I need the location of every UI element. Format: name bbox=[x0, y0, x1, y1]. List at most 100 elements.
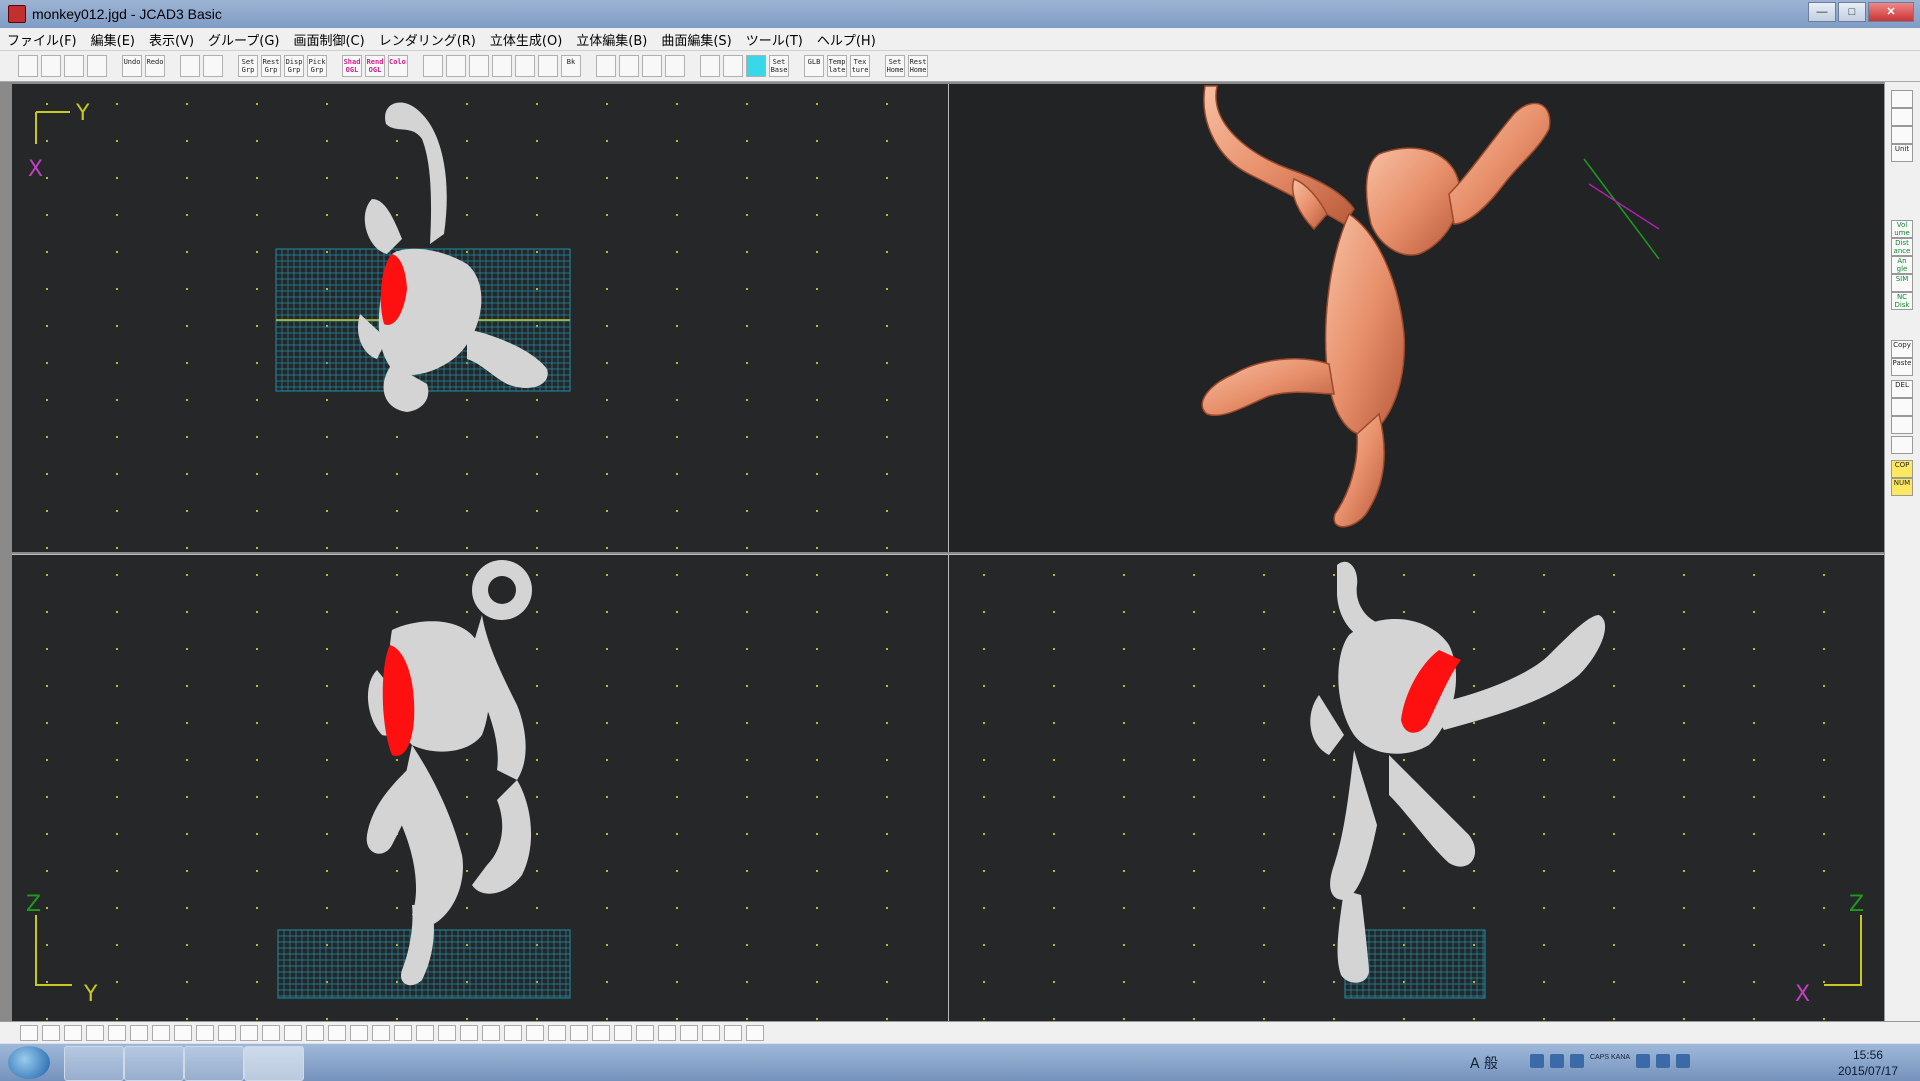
grid-snap-icon[interactable] bbox=[723, 55, 743, 77]
menu-item-1[interactable]: 編集(E) bbox=[84, 30, 142, 49]
ime-indicator[interactable]: A 般 bbox=[1470, 1053, 1498, 1073]
tool-c-icon[interactable] bbox=[1891, 436, 1913, 454]
bottom-tool-icon[interactable] bbox=[86, 1024, 104, 1041]
set-group-icon[interactable]: Set Grp bbox=[238, 55, 258, 77]
bottom-tool-icon[interactable] bbox=[108, 1024, 126, 1041]
menu-item-7[interactable]: 立体編集(B) bbox=[569, 30, 654, 49]
clock[interactable]: 15:56 2015/07/17 bbox=[1838, 1047, 1898, 1079]
sim-icon[interactable]: SIM bbox=[1891, 274, 1913, 292]
viewport-side[interactable]: Z X bbox=[949, 554, 1884, 1023]
template-icon[interactable]: Temp late bbox=[827, 55, 847, 77]
bottom-tool-icon[interactable] bbox=[350, 1024, 368, 1041]
view-1-icon[interactable] bbox=[1891, 90, 1913, 108]
display-group-icon[interactable]: Disp Grp bbox=[284, 55, 304, 77]
bottom-tool-icon[interactable] bbox=[42, 1024, 60, 1041]
bottom-tool-icon[interactable] bbox=[328, 1024, 346, 1041]
bottom-tool-icon[interactable] bbox=[196, 1024, 214, 1041]
angle-icon[interactable]: An gle bbox=[1891, 256, 1913, 274]
menu-item-2[interactable]: 表示(V) bbox=[142, 30, 201, 49]
file-explorer-icon[interactable] bbox=[124, 1046, 184, 1081]
maximize-button[interactable]: □ bbox=[1838, 2, 1866, 22]
zoom-in-icon[interactable] bbox=[423, 55, 443, 77]
menu-item-4[interactable]: 画面制御(C) bbox=[286, 30, 371, 49]
set-home-icon[interactable]: Set Home bbox=[885, 55, 905, 77]
menu-item-9[interactable]: ツール(T) bbox=[739, 30, 810, 49]
help-icon[interactable] bbox=[1570, 1054, 1584, 1068]
distance-icon[interactable]: Dist ance bbox=[1891, 238, 1913, 256]
open-folder-icon[interactable] bbox=[41, 55, 61, 77]
bottom-tool-icon[interactable] bbox=[152, 1024, 170, 1041]
bottom-tool-icon[interactable] bbox=[20, 1024, 38, 1041]
reset-group-icon[interactable]: Rest Grp bbox=[261, 55, 281, 77]
bottom-tool-icon[interactable] bbox=[482, 1024, 500, 1041]
texture-icon[interactable]: Tex ture bbox=[850, 55, 870, 77]
minimize-button[interactable]: — bbox=[1808, 2, 1836, 22]
grid-dots-icon[interactable] bbox=[700, 55, 720, 77]
bottom-tool-icon[interactable] bbox=[592, 1024, 610, 1041]
bottom-tool-icon[interactable] bbox=[614, 1024, 632, 1041]
tray-icon[interactable] bbox=[1550, 1054, 1564, 1068]
grid-active-icon[interactable] bbox=[746, 55, 766, 77]
volume-icon[interactable] bbox=[1676, 1054, 1691, 1068]
zoom-fit-icon[interactable] bbox=[492, 55, 512, 77]
pick-group-icon[interactable]: Pick Grp bbox=[307, 55, 327, 77]
viewport-top[interactable]: Y X bbox=[12, 84, 949, 552]
zoom-out-icon[interactable] bbox=[446, 55, 466, 77]
bottom-tool-icon[interactable] bbox=[306, 1024, 324, 1041]
bottom-tool-icon[interactable] bbox=[526, 1024, 544, 1041]
paste-icon[interactable]: Paste bbox=[1891, 358, 1913, 376]
jcad3-icon[interactable] bbox=[244, 1046, 304, 1081]
viewport-front[interactable]: Z Y bbox=[12, 554, 949, 1023]
cop-icon[interactable]: COP bbox=[1891, 460, 1913, 478]
zoom-tool-3-icon[interactable] bbox=[642, 55, 662, 77]
bottom-tool-icon[interactable] bbox=[240, 1024, 258, 1041]
unit-icon[interactable]: Unit bbox=[1891, 144, 1913, 162]
redo-icon[interactable]: Redo bbox=[145, 55, 165, 77]
glb-icon[interactable]: GLB bbox=[804, 55, 824, 77]
internet-explorer-icon[interactable] bbox=[64, 1046, 124, 1081]
group-grid-icon[interactable] bbox=[203, 55, 223, 77]
menu-item-3[interactable]: グループ(G) bbox=[201, 30, 286, 49]
bottom-tool-icon[interactable] bbox=[746, 1024, 764, 1041]
pan-icon[interactable] bbox=[538, 55, 558, 77]
bottom-tool-icon[interactable] bbox=[262, 1024, 280, 1041]
bottom-tool-icon[interactable] bbox=[416, 1024, 434, 1041]
volume-icon[interactable]: Vol ume bbox=[1891, 220, 1913, 238]
bottom-tool-icon[interactable] bbox=[658, 1024, 676, 1041]
bottom-tool-icon[interactable] bbox=[64, 1024, 82, 1041]
menu-item-0[interactable]: ファイル(F) bbox=[0, 30, 84, 49]
color-icon[interactable]: Color bbox=[388, 55, 408, 77]
close-button[interactable]: ✕ bbox=[1868, 2, 1914, 22]
group-select-icon[interactable] bbox=[180, 55, 200, 77]
menu-item-10[interactable]: ヘルプ(H) bbox=[810, 30, 883, 49]
save-icon[interactable] bbox=[64, 55, 84, 77]
undo-icon[interactable]: Undo bbox=[122, 55, 142, 77]
menu-item-5[interactable]: レンダリング(R) bbox=[372, 30, 483, 49]
bottom-tool-icon[interactable] bbox=[460, 1024, 478, 1041]
rest-home-icon[interactable]: Rest Home bbox=[908, 55, 928, 77]
bottom-tool-icon[interactable] bbox=[130, 1024, 148, 1041]
bottom-tool-icon[interactable] bbox=[372, 1024, 390, 1041]
bottom-tool-icon[interactable] bbox=[548, 1024, 566, 1041]
rend-ogl-icon[interactable]: Rend OGL bbox=[365, 55, 385, 77]
bottom-tool-icon[interactable] bbox=[284, 1024, 302, 1041]
delete-icon[interactable]: DEL bbox=[1891, 380, 1913, 398]
bottom-tool-icon[interactable] bbox=[724, 1024, 742, 1041]
bottom-tool-icon[interactable] bbox=[570, 1024, 588, 1041]
menu-item-6[interactable]: 立体生成(O) bbox=[483, 30, 569, 49]
nc-disk-icon[interactable]: NC Disk bbox=[1891, 292, 1913, 310]
zoom-tool-2-icon[interactable] bbox=[619, 55, 639, 77]
set-base-icon[interactable]: Set Base bbox=[769, 55, 789, 77]
shade-ogl-icon[interactable]: Shad OGL bbox=[342, 55, 362, 77]
print-icon[interactable] bbox=[87, 55, 107, 77]
bottom-tool-icon[interactable] bbox=[702, 1024, 720, 1041]
zoom-tool-1-icon[interactable] bbox=[596, 55, 616, 77]
viewport-perspective[interactable] bbox=[949, 84, 1884, 552]
tool-a-icon[interactable] bbox=[1891, 398, 1913, 416]
view-3-icon[interactable] bbox=[1891, 126, 1913, 144]
bottom-tool-icon[interactable] bbox=[394, 1024, 412, 1041]
network-icon[interactable] bbox=[1656, 1054, 1671, 1068]
view-2-icon[interactable] bbox=[1891, 108, 1913, 126]
start-button[interactable] bbox=[8, 1046, 50, 1079]
back-icon[interactable]: Bk bbox=[561, 55, 581, 77]
